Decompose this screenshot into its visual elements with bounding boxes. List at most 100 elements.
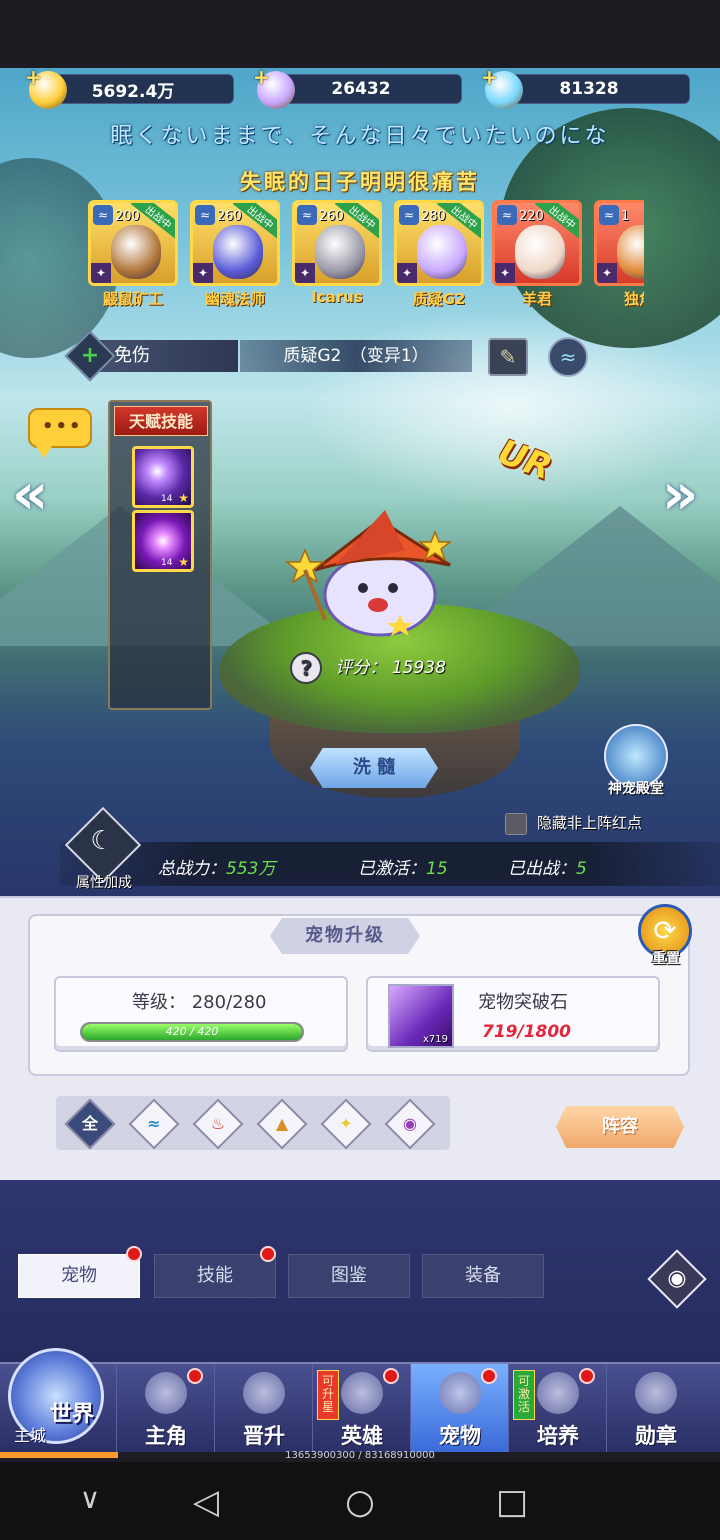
lineup-button[interactable]: 阵容 [556, 1106, 684, 1148]
element-icon: ≈ [195, 205, 215, 225]
pet-level: 260 [217, 209, 242, 224]
filter-earth-icon[interactable]: ▲ [256, 1098, 308, 1150]
pet-slot[interactable]: ≈220 出战中 ✦ 羊君 [492, 200, 582, 312]
hide-keyboard-icon[interactable]: ∨ [60, 1482, 120, 1515]
status-bar [0, 0, 720, 68]
pet-card[interactable]: ≈260 出战中 ✦ [292, 200, 382, 286]
talent-skill-slot[interactable]: 14 ★ [132, 510, 194, 572]
pet-card[interactable]: ≈200 出战中 ✦ [88, 200, 178, 286]
nav-promote[interactable]: 晋升 [214, 1364, 312, 1452]
skill-plus-icon[interactable]: + [64, 330, 116, 382]
pet-card[interactable]: ≈280 出战中 ✦ [394, 200, 484, 286]
total-power-stat: 总战力：553万 [158, 854, 275, 879]
knight-icon [145, 1372, 187, 1414]
level-label: 等级： 280/280 [132, 992, 267, 1013]
pet-card[interactable]: ≈220 出战中 ✦ [492, 200, 582, 286]
activated-stat: 已激活：15 [358, 854, 448, 879]
pet-card[interactable]: ≈1 ✦ [594, 200, 644, 286]
deployed-stat: 已出战：5 [508, 854, 587, 879]
pet-slot[interactable]: ≈200 出战中 ✦ 鼹鼠矿工 [88, 200, 178, 312]
marquee-subtext: 失眠的日子明明很痛苦 [240, 170, 480, 194]
filter-glyph: ≈ [147, 1114, 161, 1133]
view-toggle-button[interactable]: ◉ [646, 1248, 707, 1309]
world-button[interactable]: 世界 主城 [0, 1340, 116, 1448]
filter-light-icon[interactable]: ✦ [320, 1098, 372, 1150]
pet-lineup-strip: ≈200 出战中 ✦ 鼹鼠矿工 ≈260 出战中 ✦ 幽魂法师 ≈260 出战中 ✦ Icarus ≈2… [84, 196, 644, 312]
nav-hero-main[interactable]: 主角 [116, 1364, 214, 1452]
pet-name: 鼹鼠矿工 [102, 290, 163, 308]
gold-counter[interactable]: + 5692.4万 [25, 65, 234, 109]
pet-slot[interactable]: ≈280 出战中 ✦ 质疑G2 [394, 200, 484, 312]
pet-slot[interactable]: ≈260 出战中 ✦ 幽魂法师 [190, 200, 280, 312]
back-icon[interactable]: ◁ [176, 1482, 236, 1522]
talent-skill-slot[interactable]: 14 ★ [132, 446, 194, 508]
nav-badge: 可升星 [317, 1370, 339, 1420]
nav-heroes[interactable]: 英雄 可升星 [312, 1364, 410, 1452]
diamond-counter[interactable]: + 81328 [481, 65, 690, 109]
help-question-icon[interactable]: ? [290, 652, 322, 684]
home-icon[interactable]: ○ [330, 1482, 390, 1522]
talent-skill-panel: 天赋技能 14 ★ 14 ★ [108, 400, 212, 710]
pet-temple-button[interactable]: 神宠殿堂 [596, 724, 676, 804]
wash-button[interactable]: 洗 髓 [310, 748, 438, 788]
red-dot-badge [481, 1368, 497, 1384]
crystal-counter[interactable]: + 26432 [253, 65, 462, 109]
gold-value: 5692.4万 [91, 81, 175, 102]
previous-pet-arrow-icon[interactable]: « [12, 465, 58, 525]
stat-label: 已出战： [508, 859, 576, 879]
recent-apps-icon[interactable]: □ [482, 1482, 542, 1522]
filter-all-icon[interactable]: 全 [64, 1098, 116, 1150]
stat-value: 5 [576, 859, 587, 879]
next-pet-arrow-icon[interactable]: » [662, 465, 708, 525]
nav-label: 宠物 [439, 1424, 481, 1448]
filter-water-icon[interactable]: ≈ [128, 1098, 180, 1150]
tab-skill[interactable]: 技能 [154, 1254, 276, 1298]
filter-glyph: ✦ [339, 1114, 353, 1133]
pet-name: 幽魂法师 [204, 290, 265, 308]
pet-card[interactable]: ≈260 出战中 ✦ [190, 200, 280, 286]
pet-model[interactable] [285, 510, 475, 640]
attribute-bonus-label: 属性加成 [76, 875, 132, 891]
stat-label: 总战力： [158, 859, 226, 879]
hide-red-dot-toggle[interactable]: 隐藏非上阵红点 [505, 812, 642, 836]
game-screen: + 5692.4万 + 26432 + 81328 眠くないままで、そんな日々で… [0, 0, 720, 1540]
add-gold-icon[interactable]: + [25, 65, 42, 89]
score-label: 评分： [335, 658, 387, 678]
pet-name: Icarus [311, 288, 363, 306]
red-dot-badge [383, 1368, 399, 1384]
hide-red-label: 隐藏非上阵红点 [537, 814, 643, 832]
attribute-bonus-button[interactable]: ☾ 属性加成 [64, 806, 142, 892]
filter-fire-icon[interactable]: ♨ [192, 1098, 244, 1150]
checkbox[interactable] [505, 812, 527, 835]
chat-bubble-button[interactable]: ••• [28, 408, 92, 458]
nav-pets[interactable]: 宠物 [410, 1364, 508, 1452]
resource-bar: + 5692.4万 + 26432 + 81328 [0, 65, 720, 110]
rename-feather-icon[interactable]: ✎ [488, 338, 528, 376]
stats-bar: 总战力：553万 已激活：15 已出战：5 [60, 842, 720, 886]
chat-dots: ••• [42, 416, 83, 437]
pet-portrait [111, 225, 161, 279]
role-icon: ✦ [495, 263, 515, 283]
element-filter-bar: 全 ≈ ♨ ▲ ✦ ◉ [56, 1096, 450, 1150]
reset-button[interactable]: ⟳ 重置 [638, 904, 694, 967]
tab-equipment[interactable]: 装备 [422, 1254, 544, 1298]
pet-level: 260 [319, 209, 344, 224]
tab-codex[interactable]: 图鉴 [288, 1254, 410, 1298]
nav-train[interactable]: 培养 可激活 [508, 1364, 606, 1452]
add-crystal-icon[interactable]: + [253, 65, 270, 89]
score-display: ? 评分： 15938 [290, 652, 446, 686]
pet-slot[interactable]: ≈1 ✦ 独角 [594, 200, 644, 312]
breakthrough-stone-box[interactable]: x719 宠物突破石 719/1800 [366, 976, 660, 1052]
world-label: 世界 [50, 1402, 95, 1427]
nav-badge: 可激活 [513, 1370, 535, 1420]
pet-slot[interactable]: ≈260 出战中 ✦ Icarus [292, 200, 382, 312]
filter-dark-icon[interactable]: ◉ [384, 1098, 436, 1150]
nav-medals[interactable]: 勋章 [606, 1364, 704, 1452]
stat-value: 553万 [226, 859, 276, 879]
tab-pet[interactable]: 宠物 [18, 1254, 140, 1298]
filter-glyph: ◉ [403, 1114, 417, 1133]
add-diamond-icon[interactable]: + [481, 65, 498, 89]
water-element-icon[interactable]: ≈ [548, 337, 588, 377]
talent-title: 天赋技能 [114, 406, 208, 436]
temple-label: 神宠殿堂 [608, 781, 664, 797]
